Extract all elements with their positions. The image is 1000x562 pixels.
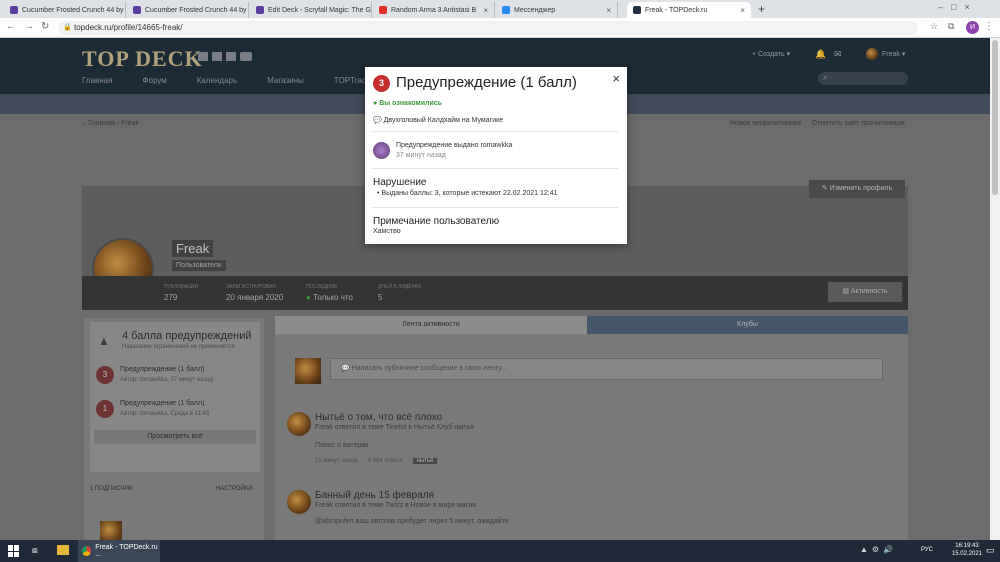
reload-icon[interactable]: ↻ [41, 21, 49, 32]
issued-time: 37 минут назад [396, 152, 446, 159]
url-field[interactable]: 🔒 topdeck.ru/profile/14665-freak/ [58, 21, 918, 35]
browser-tab-active[interactable]: Freak - TOPDeck.ru × [627, 2, 751, 18]
lock-icon: 🔒 [63, 24, 72, 31]
issued-by: Предупреждение выдано romawkka [396, 142, 513, 149]
close-tab-icon[interactable]: × [483, 6, 488, 15]
comment-icon: 💬 [373, 117, 382, 124]
forward-icon[interactable]: → [24, 21, 34, 32]
youtube-icon [379, 6, 387, 14]
moderator-avatar[interactable] [373, 142, 390, 159]
vk-messenger-icon [502, 6, 510, 14]
language-indicator[interactable]: РУС [921, 547, 933, 553]
menu-icon[interactable]: ⋮ [984, 21, 994, 32]
browser-tab[interactable]: Cucumber Frosted Crunch 44 by× [4, 2, 126, 18]
extensions-icon[interactable]: ⧉ [948, 21, 954, 32]
browser-tab[interactable]: Random Arma 3 Antistasi B × [373, 2, 495, 18]
profile-avatar[interactable]: И [966, 21, 979, 34]
tab-favicon-icon [10, 6, 18, 14]
close-tab-icon[interactable]: × [740, 6, 745, 15]
address-bar: ← → ↻ 🔒 topdeck.ru/profile/14665-freak/ ☆… [0, 18, 1000, 38]
modal-title: Предупреждение (1 балл) [396, 74, 577, 91]
divider [373, 207, 618, 208]
notifications-icon[interactable]: ▭ [986, 545, 995, 556]
browser-tab-bar: Cucumber Frosted Crunch 44 by× Cucumber … [0, 0, 1000, 18]
browser-tab[interactable]: Мессенджер × [496, 2, 618, 18]
acknowledged-status: ● Вы ознакомились [373, 100, 442, 107]
violation-heading: Нарушение [373, 177, 427, 188]
back-icon[interactable]: ← [6, 21, 16, 32]
tab-favicon-icon [633, 6, 641, 14]
browser-tab[interactable]: Edit Deck - Scryfall Magic: The G× [250, 2, 372, 18]
violation-text: • Выданы баллы: 3, которые истекают 22.0… [377, 190, 558, 197]
divider [373, 168, 618, 169]
note-text: Хамство [373, 228, 401, 235]
scrollbar-thumb[interactable] [992, 40, 998, 195]
check-circle-icon: ● [373, 100, 378, 107]
divider [373, 131, 618, 132]
star-icon[interactable]: ☆ [930, 21, 938, 32]
tray-icons[interactable]: ▲⚙🔊 [860, 545, 897, 554]
close-icon[interactable]: × [612, 71, 620, 86]
tab-favicon-icon [133, 6, 141, 14]
close-tab-icon[interactable]: × [606, 6, 611, 15]
file-explorer-icon[interactable] [57, 545, 69, 555]
task-view-icon[interactable]: ⧈ [32, 545, 38, 556]
taskbar-chrome-item[interactable]: Freak - TOPDeck.ru ... [78, 540, 160, 562]
browser-tab[interactable]: Cucumber Frosted Crunch 44 by× [127, 2, 249, 18]
warning-points-badge: 3 [373, 75, 390, 92]
note-heading: Примечание пользователю [373, 216, 500, 227]
clock[interactable]: 16:19:43 15.02.2021 [952, 542, 982, 558]
new-tab-button[interactable]: + [758, 2, 765, 16]
window-controls[interactable]: –□× [938, 2, 978, 12]
windows-start-icon[interactable] [8, 545, 20, 557]
tab-favicon-icon [256, 6, 264, 14]
chrome-icon [82, 546, 92, 556]
warning-modal: 3 Предупреждение (1 балл) × ● Вы ознаком… [365, 67, 627, 244]
topic-link[interactable]: 💬 Двухголовый Калдхайм на Мумагике [373, 116, 503, 124]
